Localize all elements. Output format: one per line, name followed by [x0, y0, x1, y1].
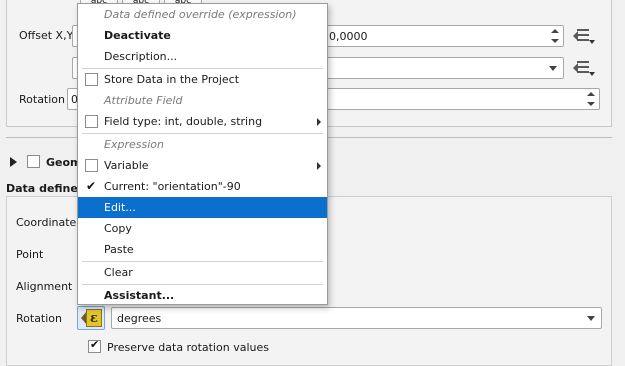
checkmark-icon: ✔: [86, 179, 97, 193]
menu-item-store-data[interactable]: Store Data in the Project: [78, 69, 327, 90]
field-type-checkbox: [85, 115, 98, 128]
offset-spin-icon[interactable]: [548, 27, 562, 45]
menu-item-current-label: Current: "orientation"-90: [104, 180, 241, 193]
submenu-arrow-icon: [317, 118, 321, 126]
geometry-generator-checkbox[interactable]: [27, 155, 40, 168]
expression-epsilon-icon: ε: [86, 309, 102, 327]
chevron-down-icon: [587, 316, 595, 321]
data-defined-context-menu: Data defined override (expression) Deact…: [77, 3, 328, 305]
chevron-down-icon: [549, 66, 557, 71]
menu-item-paste[interactable]: Paste: [78, 239, 327, 260]
data-defined-override-icon[interactable]: [573, 58, 597, 78]
menu-item-clear[interactable]: Clear: [78, 262, 327, 283]
menu-item-deactivate[interactable]: Deactivate: [78, 25, 327, 46]
preserve-rotation-checkbox[interactable]: [88, 338, 101, 353]
menu-item-field-type[interactable]: Field type: int, double, string: [78, 111, 327, 132]
dd-rotation-label: Rotation: [16, 312, 63, 325]
variable-checkbox: [85, 159, 98, 172]
menu-item-edit[interactable]: Edit...: [78, 197, 327, 218]
coordinate-label: Coordinate: [16, 216, 77, 229]
offset-label: Offset X,Y: [19, 29, 74, 42]
store-data-checkbox: [85, 73, 98, 86]
submenu-arrow-icon: [317, 162, 321, 170]
preserve-rotation-label: Preserve data rotation values: [107, 341, 269, 354]
menu-item-store-data-label: Store Data in the Project: [104, 73, 240, 86]
expand-arrow-icon[interactable]: [10, 157, 17, 167]
menu-item-description[interactable]: Description...: [78, 46, 327, 67]
menu-item-variable[interactable]: Variable: [78, 155, 327, 176]
menu-item-variable-label: Variable: [104, 159, 149, 172]
offset-value: 0,0000: [329, 30, 368, 43]
rotation-unit-value: degrees: [117, 312, 162, 325]
menu-header-override: Data defined override (expression): [104, 8, 297, 21]
menu-item-current-expression[interactable]: ✔ Current: "orientation"-90: [78, 176, 327, 197]
data-defined-override-icon[interactable]: [573, 26, 597, 46]
rotation-spin-icon[interactable]: [584, 90, 598, 108]
alignment-label: Alignment: [16, 280, 73, 293]
menu-item-copy[interactable]: Copy: [78, 218, 327, 239]
data-defined-title: Data defined: [6, 182, 86, 195]
rotation-unit-dropdown[interactable]: degrees: [111, 307, 602, 329]
rotation-data-defined-button[interactable]: ε: [77, 306, 105, 330]
menu-header-attribute-field: Attribute Field: [104, 94, 183, 107]
rotation-label: Rotation: [19, 93, 66, 106]
menu-header-expression: Expression: [104, 138, 164, 151]
point-label: Point: [16, 248, 44, 261]
menu-item-assistant[interactable]: Assistant...: [78, 285, 327, 306]
menu-item-field-type-label: Field type: int, double, string: [104, 115, 263, 128]
